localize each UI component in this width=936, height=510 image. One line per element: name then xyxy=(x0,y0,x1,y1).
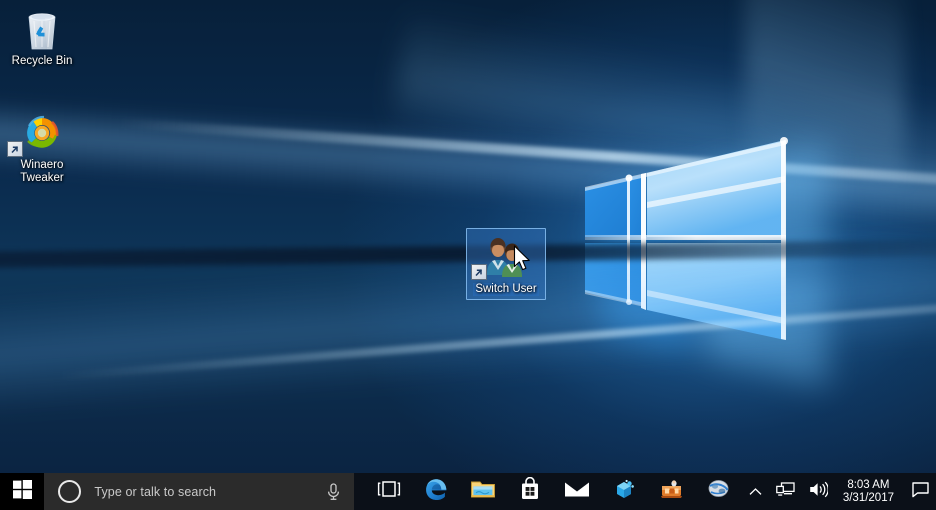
winaero-label-line1: Winaero xyxy=(20,159,64,171)
taskbar: Type or talk to search 8:03 AM 3/31/2017 xyxy=(0,473,936,510)
desktop-icon-label: Winaero Tweaker xyxy=(3,159,81,185)
microphone-icon[interactable] xyxy=(314,482,354,501)
store-bag-icon xyxy=(519,476,541,506)
taskbar-button-microsoft-store[interactable] xyxy=(507,473,554,510)
desktop-icon-winaero-tweaker[interactable]: Winaero Tweaker xyxy=(3,110,81,185)
taskbar-button-app-globe[interactable] xyxy=(695,473,742,510)
clock-date: 3/31/2017 xyxy=(842,491,894,504)
taskbar-button-file-explorer[interactable] xyxy=(460,473,507,510)
speaker-volume-icon xyxy=(809,481,829,503)
start-button[interactable] xyxy=(0,473,45,510)
shortcut-arrow-icon xyxy=(7,141,23,157)
edge-icon xyxy=(424,477,449,507)
desktop-icon-recycle-bin[interactable]: Recycle Bin xyxy=(3,6,81,68)
recycle-bin-icon xyxy=(3,6,81,52)
cortana-ring-icon[interactable] xyxy=(58,480,82,503)
search-input[interactable]: Type or talk to search xyxy=(44,473,354,510)
taskbar-button-microsoft-edge[interactable] xyxy=(413,473,460,510)
chevron-up-icon xyxy=(749,483,762,501)
desktop-icon-label: Recycle Bin xyxy=(11,55,73,67)
task-view-icon xyxy=(377,480,401,503)
system-tray: 8:03 AM 3/31/2017 xyxy=(742,473,936,510)
action-center-button[interactable] xyxy=(904,473,936,510)
show-hidden-icons-button[interactable] xyxy=(742,473,769,510)
volume-button[interactable] xyxy=(802,473,835,510)
winaero-label-line2: Tweaker xyxy=(20,172,64,184)
mail-envelope-icon xyxy=(564,480,590,504)
file-explorer-icon xyxy=(470,479,496,505)
shortcut-arrow-icon xyxy=(471,264,487,280)
windows-logo-icon xyxy=(12,479,32,504)
taskbar-clock[interactable]: 8:03 AM 3/31/2017 xyxy=(835,473,904,510)
blue-gem-app-icon xyxy=(612,478,636,506)
search-placeholder-text: Type or talk to search xyxy=(94,484,217,499)
desktop-icon-label: Switch User xyxy=(473,283,539,296)
action-center-icon xyxy=(911,481,930,503)
taskbar-button-app-blue[interactable] xyxy=(601,473,648,510)
taskbar-app-buttons xyxy=(354,473,742,510)
desktop-icon-switch-user[interactable]: Switch User xyxy=(466,228,546,300)
globe-app-icon xyxy=(706,478,731,505)
taskbar-button-mail[interactable] xyxy=(554,473,601,510)
desktop-wallpaper[interactable]: Recycle Bin Winaero Tweaker Switch User xyxy=(0,0,936,473)
two-users-icon xyxy=(467,233,545,280)
network-monitor-icon xyxy=(775,481,795,502)
taskbar-button-task-view[interactable] xyxy=(366,473,413,510)
taskbar-button-app-orange[interactable] xyxy=(648,473,695,510)
clock-time: 8:03 AM xyxy=(847,478,890,491)
network-button[interactable] xyxy=(769,473,802,510)
winaero-swirl-icon xyxy=(3,110,81,157)
windows-hero-logo xyxy=(585,137,855,385)
orange-app-icon xyxy=(659,478,684,505)
